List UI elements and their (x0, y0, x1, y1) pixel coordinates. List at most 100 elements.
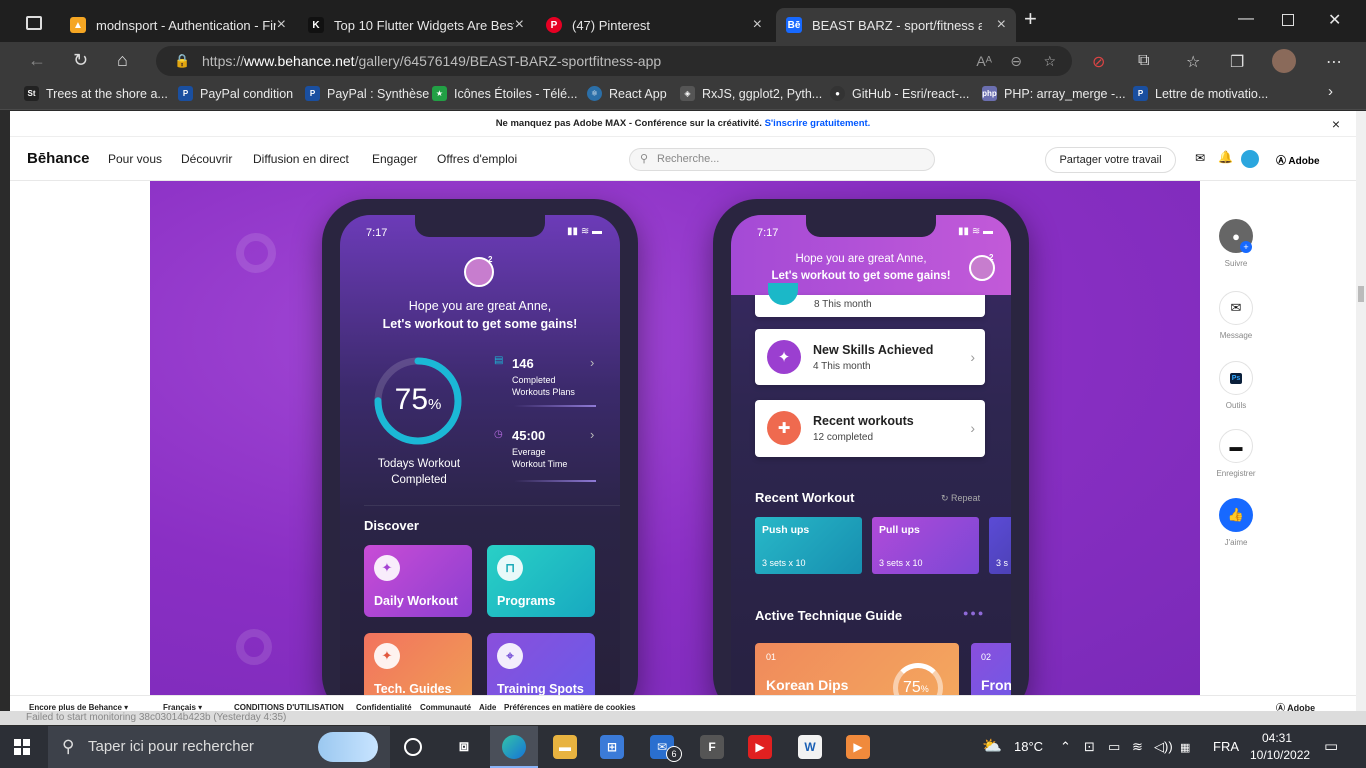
follow-action[interactable]: ● + Suivre (1218, 219, 1254, 268)
language-indicator[interactable]: FRA (1213, 739, 1239, 754)
weather-icon[interactable]: ⛅ (982, 736, 1002, 756)
read-aloud-icon[interactable]: Aᴬ (976, 46, 992, 76)
mail-icon[interactable]: ✉ (1195, 151, 1205, 165)
task-view-icon[interactable]: ⧈ (452, 735, 476, 759)
react-icon: ⚛ (587, 86, 602, 101)
card-recent-workouts[interactable]: ✚ Recent workouts 12 completed › (755, 400, 985, 457)
clock-date[interactable]: 10/10/2022 (1250, 748, 1310, 762)
tile-training-spots[interactable]: ⌖ Training Spots (487, 633, 595, 696)
guide-korean-dips[interactable]: 01 Korean Dips 75% (755, 643, 959, 696)
block-icon[interactable]: ⊘ (1092, 52, 1105, 72)
edge-taskbar-button[interactable] (490, 726, 538, 768)
tools-action[interactable]: Ps Outils (1218, 361, 1254, 410)
close-tab-icon[interactable]: × (515, 16, 524, 34)
close-tab-icon[interactable]: × (753, 16, 762, 34)
bookmark-item[interactable]: php PHP: array_merge -... (982, 86, 1126, 101)
weather-temp[interactable]: 18°C (1014, 739, 1043, 754)
more-icon[interactable]: ⋯ (1326, 52, 1342, 72)
nav-pour-vous[interactable]: Pour vous (108, 152, 162, 166)
like-action[interactable]: 👍 J'aime (1218, 498, 1254, 547)
minimize-icon[interactable]: — (1238, 10, 1254, 28)
adobe-logo[interactable]: Ⓐ Adobe (1276, 152, 1320, 167)
save-action[interactable]: ▬ Enregistrer (1216, 429, 1256, 478)
card-partial[interactable]: 8 This month (755, 283, 985, 317)
scroll-thumb[interactable] (1358, 286, 1364, 302)
share-work-button[interactable]: Partager votre travail (1045, 147, 1176, 173)
close-banner-icon[interactable]: × (1332, 111, 1340, 137)
bookmark-item[interactable]: P Lettre de motivatio... (1133, 86, 1268, 101)
maximize-icon[interactable] (1282, 14, 1294, 26)
favorite-add-icon[interactable]: ☆ (1043, 46, 1056, 76)
tab-flutter[interactable]: K Top 10 Flutter Widgets Are Best × (298, 8, 534, 42)
chevron-right-icon[interactable]: › (1328, 83, 1333, 100)
workout-pull-ups[interactable]: Pull ups 3 sets x 10 (872, 517, 979, 574)
bell-icon[interactable]: 🔔 (1218, 150, 1233, 164)
taskbar-search[interactable]: ⚲ Taper ici pour rechercher (48, 726, 390, 768)
close-tab-icon[interactable]: × (997, 16, 1006, 34)
tab-modnsport[interactable]: ▲ modnsport - Authentication - Fir × (60, 8, 296, 42)
store-icon[interactable]: ⊞ (600, 735, 624, 759)
close-tab-icon[interactable]: × (277, 16, 286, 34)
card-new-skills[interactable]: ✦ New Skills Achieved 4 This month › (755, 329, 985, 385)
new-tab-icon[interactable]: + (1024, 6, 1037, 32)
cortana-icon[interactable] (404, 738, 422, 756)
notifications-icon[interactable]: ▭ (1324, 737, 1338, 755)
tab-behance[interactable]: Bē BEAST BARZ - sport/fitness app c × (776, 8, 1016, 42)
refresh-icon[interactable]: ↻ (73, 50, 88, 71)
url-field[interactable]: 🔒 https://www.behance.net/gallery/645761… (156, 46, 1072, 76)
volume-icon[interactable]: ◁)) (1154, 739, 1173, 755)
camera-icon[interactable]: ⊡ (1084, 739, 1095, 755)
repeat-button[interactable]: ↻ Repeat (941, 493, 980, 504)
tab-actions-icon[interactable] (26, 16, 42, 30)
card-subtitle: 8 This month (814, 299, 872, 310)
bookmark-item[interactable]: P PayPal : Synthèse (305, 86, 429, 101)
search-input[interactable]: ⚲ Recherche... (629, 148, 935, 171)
network-icon[interactable]: ▭ (1108, 739, 1120, 755)
nav-engager[interactable]: Engager (372, 152, 417, 166)
writer-icon[interactable]: W (798, 735, 822, 759)
nav-diffusion[interactable]: Diffusion en direct (253, 152, 349, 166)
status-time: 7:17 (757, 227, 779, 239)
tile-programs[interactable]: ⊓ Programs (487, 545, 595, 617)
app-f-icon[interactable]: F (700, 735, 724, 759)
keyboard-icon[interactable]: ▦ (1180, 741, 1190, 754)
chevron-right-icon[interactable]: › (590, 355, 594, 370)
wifi-icon[interactable]: ≋ (1132, 739, 1143, 755)
tile-daily-workout[interactable]: ✦ Daily Workout (364, 545, 472, 617)
zoom-icon[interactable]: ⊖ (1010, 46, 1022, 76)
profile-avatar[interactable] (1272, 49, 1296, 73)
behance-logo[interactable]: Bēhance (27, 150, 90, 167)
bookmark-item[interactable]: ★ Icônes Étoiles - Télé... (432, 86, 577, 101)
bookmark-item[interactable]: St Trees at the shore a... (24, 86, 168, 101)
signal-icon: ▮▮ ≋ ▬ (958, 226, 993, 237)
bookmark-item[interactable]: ● GitHub - Esri/react-... (830, 86, 969, 101)
guide-front[interactable]: 02 Fron (971, 643, 1011, 696)
chevron-up-icon[interactable]: ⌃ (1060, 739, 1071, 755)
tile-tech-guides[interactable]: ✦ Tech. Guides (364, 633, 472, 696)
collections-icon[interactable]: ❐ (1230, 52, 1244, 72)
tab-pinterest[interactable]: P (47) Pinterest × (536, 8, 772, 42)
extensions-icon[interactable]: ⧉ (1138, 52, 1149, 70)
bookmark-item[interactable]: ◈ RxJS, ggplot2, Pyth... (680, 86, 822, 101)
message-action[interactable]: ✉ Message (1218, 291, 1254, 340)
youtube-icon[interactable]: ▶ (748, 735, 772, 759)
page-scrollbar[interactable] (1356, 111, 1366, 719)
nav-offres[interactable]: Offres d'emploi (437, 152, 517, 166)
home-icon[interactable]: ⌂ (117, 50, 128, 71)
favorites-icon[interactable]: ☆ (1186, 52, 1200, 72)
user-avatar[interactable] (1241, 150, 1259, 168)
close-window-icon[interactable]: ✕ (1328, 10, 1341, 30)
nav-decouvrir[interactable]: Découvrir (181, 152, 232, 166)
bookmark-item[interactable]: ⚛ React App (587, 86, 667, 101)
bookmark-label: RxJS, ggplot2, Pyth... (702, 86, 823, 101)
file-explorer-icon[interactable]: ▬ (553, 735, 577, 759)
workout-push-ups[interactable]: Push ups 3 sets x 10 (755, 517, 862, 574)
media-player-icon[interactable]: ▶ (846, 735, 870, 759)
chevron-right-icon[interactable]: › (590, 427, 594, 442)
banner-link[interactable]: S'inscrire gratuitement. (765, 118, 871, 129)
workout-third[interactable]: 3 s (989, 517, 1011, 574)
bookmark-item[interactable]: P PayPal condition (178, 86, 293, 101)
back-icon[interactable]: ← (28, 50, 46, 71)
clock-time[interactable]: 04:31 (1262, 731, 1292, 745)
windows-start-icon[interactable] (14, 739, 30, 755)
